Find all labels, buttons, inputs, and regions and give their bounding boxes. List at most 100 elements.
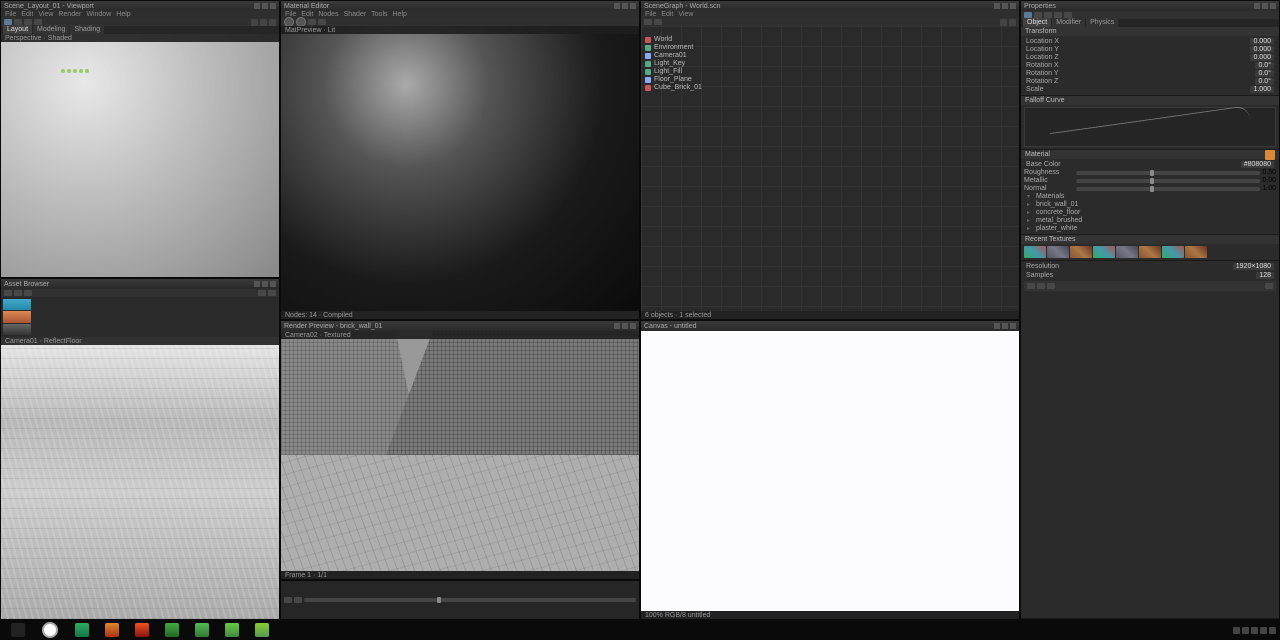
texture-thumb[interactable] — [1024, 246, 1046, 258]
menu-help[interactable]: Help — [116, 11, 130, 18]
maximize-icon[interactable] — [1262, 3, 1268, 9]
stop-icon[interactable] — [294, 597, 302, 603]
tray-volume-icon[interactable] — [1269, 627, 1276, 634]
menubar[interactable]: File Edit Nodes Shader Tools Help — [281, 11, 639, 18]
roughness-slider[interactable] — [1076, 171, 1260, 175]
menubar[interactable]: File Edit View Render Window Help — [1, 11, 279, 18]
tab-modifier[interactable]: Modifier — [1052, 18, 1085, 27]
play-icon[interactable] — [284, 597, 292, 603]
tree-item[interactable]: Light_Fill — [645, 68, 702, 75]
prop-value[interactable]: 0.000 — [1250, 54, 1274, 61]
menu-edit[interactable]: Edit — [21, 11, 33, 18]
minimize-icon[interactable] — [614, 3, 620, 9]
prop-value[interactable]: 128 — [1256, 272, 1274, 279]
tab-modeling[interactable]: Modeling — [33, 25, 69, 34]
curve-editor[interactable] — [1024, 107, 1276, 147]
titlebar[interactable]: Material Editor — [281, 1, 639, 11]
normal-slider[interactable] — [1076, 187, 1260, 191]
prop-value[interactable]: 0.000 — [1250, 38, 1274, 45]
tab-layout[interactable]: Layout — [3, 25, 32, 34]
menu-file[interactable]: File — [5, 11, 16, 18]
titlebar[interactable]: Canvas - untitled — [641, 321, 1019, 331]
prop-value[interactable]: 1920×1080 — [1233, 263, 1274, 270]
tree-root[interactable]: World — [645, 36, 702, 43]
menu-nodes[interactable]: Nodes — [318, 11, 338, 18]
tree-item[interactable]: plaster_white — [1024, 225, 1276, 232]
menu-view[interactable]: View — [38, 11, 53, 18]
render-icon[interactable] — [1027, 283, 1035, 289]
minimize-icon[interactable] — [254, 281, 260, 287]
asset-thumb[interactable] — [3, 311, 31, 322]
maximize-icon[interactable] — [262, 3, 268, 9]
tray-icon[interactable] — [1242, 627, 1249, 634]
vis-icon[interactable] — [1000, 19, 1007, 26]
canvas-area[interactable]: 100% RGB/8 untitled — [641, 331, 1019, 619]
titlebar[interactable]: Render Preview - brick_wall_01 — [281, 321, 639, 331]
view-list-icon[interactable] — [268, 290, 276, 296]
titlebar[interactable]: Asset Browser — [1, 279, 279, 289]
tree-item[interactable]: Floor_Plane — [645, 76, 702, 83]
tree-item[interactable]: brick_wall_01 — [1024, 201, 1276, 208]
minimize-icon[interactable] — [994, 323, 1000, 329]
tree-item[interactable]: Cube_Brick_01 — [645, 84, 702, 91]
tree-item[interactable]: Light_Key — [645, 60, 702, 67]
settings-icon[interactable] — [1047, 283, 1055, 289]
maximize-icon[interactable] — [622, 3, 628, 9]
up-icon[interactable] — [24, 290, 32, 296]
search-icon[interactable] — [654, 19, 662, 25]
tree-section[interactable]: Materials — [1024, 193, 1276, 200]
prop-value[interactable]: 1.000 — [1250, 86, 1274, 93]
tray-network-icon[interactable] — [1260, 627, 1267, 634]
snap-icon[interactable] — [260, 19, 267, 26]
task-app[interactable] — [218, 622, 246, 638]
prop-value[interactable]: 1.00 — [1262, 185, 1276, 192]
close-icon[interactable] — [1270, 3, 1276, 9]
minimize-icon[interactable] — [614, 323, 620, 329]
tab-object[interactable]: Object — [1023, 18, 1051, 27]
tray-icon[interactable] — [1233, 627, 1240, 634]
close-icon[interactable] — [630, 3, 636, 9]
timeline[interactable] — [281, 581, 639, 619]
tree-item[interactable]: concrete_floor — [1024, 209, 1276, 216]
texture-thumb[interactable] — [1093, 246, 1115, 258]
close-icon[interactable] — [1010, 3, 1016, 9]
tree-item[interactable]: Camera01 — [645, 52, 702, 59]
close-icon[interactable] — [270, 281, 276, 287]
metallic-slider[interactable] — [1076, 179, 1260, 183]
menu-window[interactable]: Window — [86, 11, 111, 18]
task-app[interactable] — [128, 622, 156, 638]
color-swatch[interactable] — [1265, 150, 1275, 160]
back-icon[interactable] — [4, 290, 12, 296]
prop-value[interactable]: 0.00 — [1262, 177, 1276, 184]
prop-value[interactable]: 0.0° — [1255, 78, 1274, 85]
viewport-camera01[interactable]: Camera01 · ReflectFloor — [1, 337, 279, 619]
scene-gizmo[interactable] — [61, 69, 89, 73]
task-app[interactable] — [188, 622, 216, 638]
menu-file[interactable]: File — [645, 11, 656, 18]
prop-value[interactable]: 0.000 — [1250, 46, 1274, 53]
render-viewport[interactable]: Camera02 · Textured Frame 1 · 1/1 — [281, 331, 639, 579]
tool-zoom[interactable] — [318, 19, 326, 25]
gear-icon[interactable] — [1265, 283, 1273, 289]
prop-value[interactable]: 0.0° — [1255, 62, 1274, 69]
tray-icon[interactable] — [1251, 627, 1258, 634]
search-icon[interactable] — [42, 622, 58, 638]
menubar[interactable]: File Edit View — [641, 11, 1019, 18]
panel-header[interactable]: Transform — [1021, 27, 1279, 36]
prop-value[interactable]: 0.50 — [1262, 169, 1276, 176]
menu-shader[interactable]: Shader — [344, 11, 367, 18]
texture-thumb[interactable] — [1162, 246, 1184, 258]
filter-icon[interactable] — [644, 19, 652, 25]
start-button[interactable] — [4, 622, 32, 638]
viewport-perspective[interactable]: Perspective · Shaded — [1, 34, 279, 277]
texture-thumb[interactable] — [1139, 246, 1161, 258]
menu-tools[interactable]: Tools — [371, 11, 387, 18]
maximize-icon[interactable] — [622, 323, 628, 329]
texture-thumb[interactable] — [1070, 246, 1092, 258]
lock-icon[interactable] — [1009, 19, 1016, 26]
menu-render[interactable]: Render — [58, 11, 81, 18]
minimize-icon[interactable] — [1254, 3, 1260, 9]
scenegraph-viewport[interactable]: World Environment Camera01 Light_Key Lig… — [641, 26, 1019, 319]
minimize-icon[interactable] — [254, 3, 260, 9]
fwd-icon[interactable] — [14, 290, 22, 296]
